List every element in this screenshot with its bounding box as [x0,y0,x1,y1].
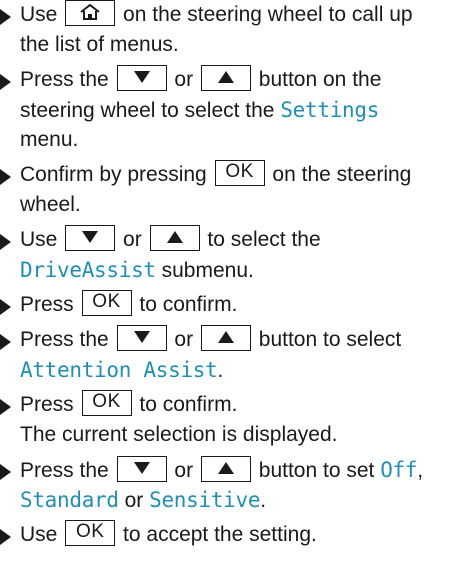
step-text: Use [20,523,58,546]
step-6: Press the or button to select [0,325,401,355]
up-key [200,325,251,352]
step-3: Confirm by pressing OK on the steering [0,160,411,190]
home-key [65,0,116,27]
display-text-settings: Settings [280,98,380,122]
display-text-off: Off [380,458,418,482]
step-text: steering wheel to select the [20,99,275,122]
ok-key: OK [81,290,132,317]
step-text: menu. [20,128,79,151]
bullet-icon [0,169,11,185]
step-1: Use on the steering wheel to call up [0,0,413,30]
step-text: Use [20,3,58,26]
step-4: Use or to select the [0,225,321,255]
step-4-cont: DriveAssist submenu. [16,255,254,285]
step-text: Press the [20,459,109,482]
step-7-cont: The current selection is displayed. [16,420,338,450]
or-text: or [174,68,194,91]
step-text: Press the [20,68,109,91]
or-text: or [123,228,142,251]
down-key [65,225,116,252]
ok-key: OK [214,160,265,187]
display-text-attention-assist: Attention Assist [20,358,218,382]
display-text-driveassist: DriveAssist [20,258,156,282]
up-key [200,65,251,92]
bullet-icon [0,464,11,480]
bullet-icon [0,234,11,250]
display-text-standard: Standard [20,488,119,512]
step-text: Press the [20,328,109,351]
step-text: button on the [258,68,382,91]
bullet-icon [0,529,11,545]
step-8: Press the or button to set Off, [0,455,423,485]
down-key [116,456,167,483]
step-text: Use [20,228,58,251]
step-text: Press [20,393,74,416]
down-key [116,65,167,92]
step-text: to select the [207,228,321,251]
step-text: wheel. [20,193,81,216]
or-text: or [124,489,144,512]
bullet-icon [0,399,11,415]
triangle-up-icon [217,461,234,474]
step-text: submenu. [161,259,254,282]
down-key [116,325,167,352]
step-text: the list of menus. [20,33,179,56]
step-text: button to select [258,328,402,351]
bullet-icon [0,74,11,90]
step-2: Press the or button on the [0,65,381,95]
bullet-icon [0,9,11,25]
or-text: or [174,459,194,482]
bullet-icon [0,334,11,350]
triangle-up-icon [217,70,234,83]
step-text: to confirm. [139,293,238,316]
step-3-cont: wheel. [16,190,81,220]
step-8-cont: Standard or Sensitive. [16,485,266,515]
step-text: Confirm by pressing [20,163,207,186]
ok-key: OK [65,520,116,547]
step-7: Press OK to confirm. [0,390,237,420]
step-2-cont2: menu. [16,125,78,155]
step-5: Press OK to confirm. [0,290,237,320]
bullet-icon [0,299,11,315]
instruction-list: Use on the steering wheel to call up the… [0,0,462,561]
up-key [200,456,251,483]
display-text-sensitive: Sensitive [149,488,261,512]
step-text: on the steering wheel to call up [123,3,413,26]
step-2-cont: steering wheel to select the Settings [16,95,379,125]
triangle-up-icon [217,330,234,343]
step-6-cont: Attention Assist. [16,355,223,385]
triangle-down-icon [133,461,150,474]
home-icon [80,3,100,20]
step-text: to confirm. [139,393,238,416]
ok-key: OK [81,390,132,417]
step-text: Press [20,293,74,316]
triangle-down-icon [82,230,99,243]
step-text: button to set [258,459,375,482]
step-text: The current selection is displayed. [20,423,338,446]
step-text: . [260,489,267,512]
step-text: , [417,459,424,482]
step-text: . [217,359,224,382]
step-9: Use OK to accept the setting. [0,520,317,550]
triangle-down-icon [133,330,150,343]
triangle-up-icon [166,230,183,243]
step-text: on the steering [272,163,412,186]
triangle-down-icon [133,70,150,83]
step-1-cont: the list of menus. [16,30,179,60]
or-text: or [174,328,194,351]
step-text: to accept the setting. [123,523,317,546]
up-key [149,225,200,252]
